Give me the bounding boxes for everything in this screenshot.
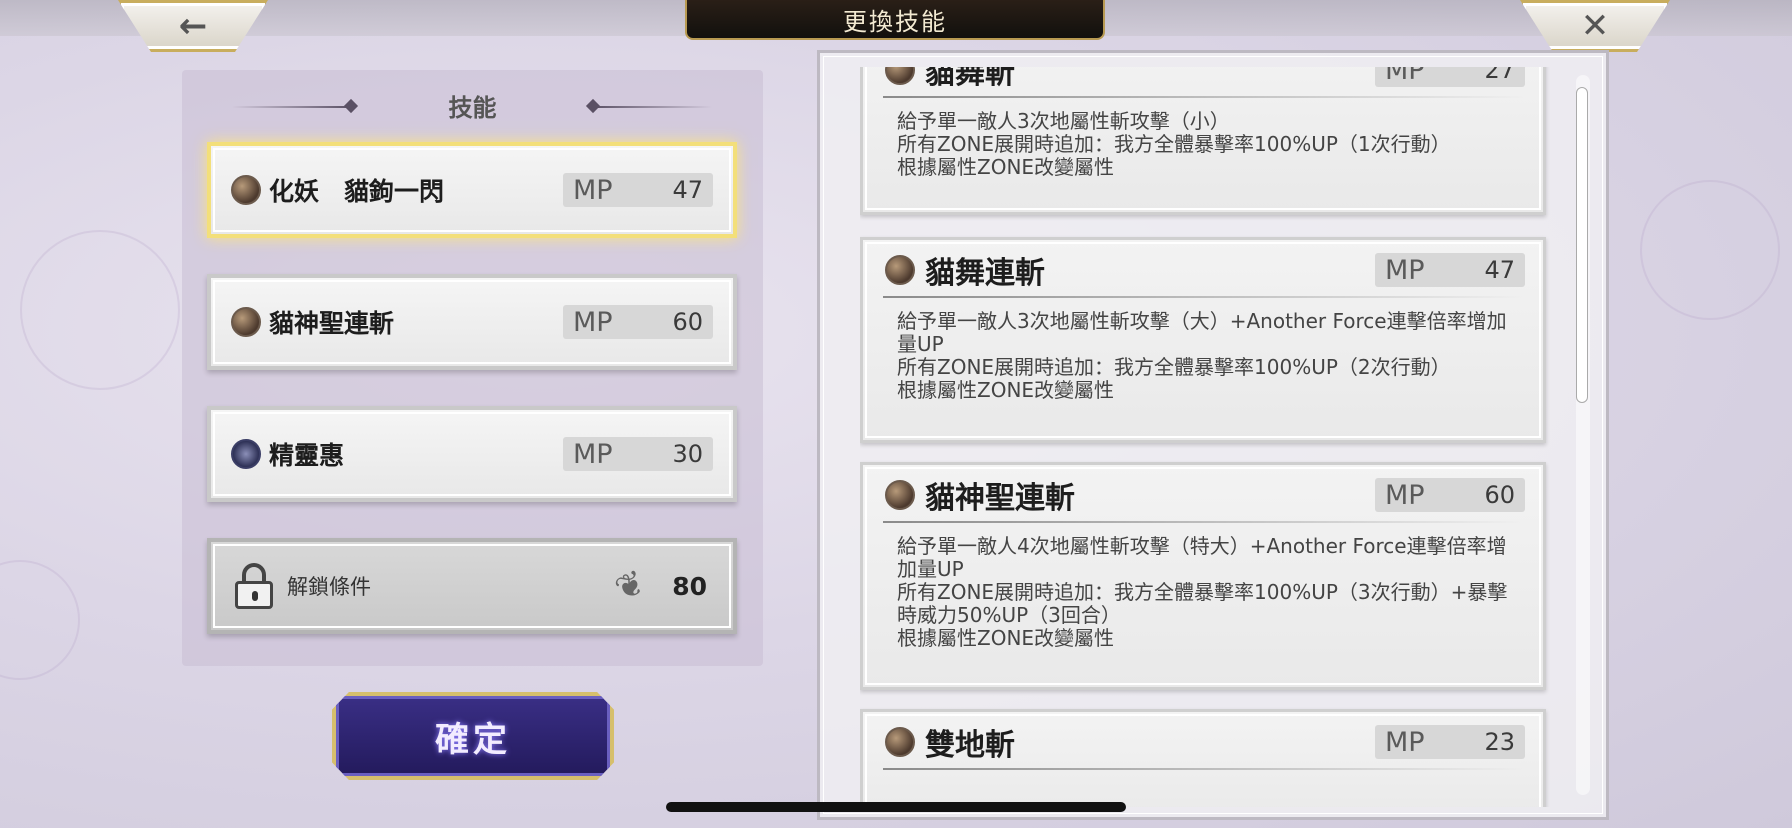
mp-value: 30: [672, 440, 703, 468]
skill-card-name: 貓神聖連斬: [925, 481, 1075, 516]
cat-skill-icon: [885, 255, 915, 285]
mp-value: 47: [1484, 256, 1515, 284]
skill-slot-1[interactable]: 化妖 貓鉤一閃 MP 47: [207, 142, 737, 238]
heading-ornament-right: [592, 106, 712, 108]
unlock-condition-value: 80: [672, 571, 707, 601]
spirit-skill-icon: [231, 439, 261, 469]
mp-label: MP: [1385, 254, 1425, 286]
skill-card-name: 雙地斬: [925, 728, 1015, 763]
skill-slot-name: 貓神聖連斬: [269, 309, 395, 338]
background-ornament: [20, 230, 180, 390]
mp-label: MP: [1385, 67, 1425, 86]
back-button[interactable]: ←: [118, 0, 268, 52]
mp-value: 23: [1484, 728, 1515, 756]
description-line: 根據屬性ZONE改變屬性: [897, 626, 1115, 650]
description-line: 給予單一敵人4次地屬性斬攻擊（特大）+Another Force連擊倍率增加量U…: [897, 534, 1507, 581]
unlock-condition-label: 解鎖條件: [287, 575, 371, 599]
description-line: 所有ZONE展開時追加：我方全體暴擊率100%UP（3次行動）+暴擊時威力50%…: [897, 580, 1508, 627]
mp-cost: MP 27: [1375, 67, 1525, 87]
mp-cost: MP 60: [563, 305, 713, 339]
skill-card-name: 貓舞連斬: [925, 256, 1045, 291]
home-indicator[interactable]: [666, 802, 1126, 812]
mp-value: 60: [1484, 481, 1515, 509]
scroll-thumb[interactable]: [1576, 87, 1588, 403]
description-line: 所有ZONE展開時追加：我方全體暴擊率100%UP（2次行動）: [897, 355, 1451, 379]
page-title: 更換技能: [685, 0, 1105, 40]
mp-cost: MP 30: [563, 437, 713, 471]
close-button[interactable]: ✕: [1520, 0, 1670, 52]
skill-slot-2[interactable]: 貓神聖連斬 MP 60: [207, 274, 737, 370]
locked-skill-slot[interactable]: 解鎖條件 ❦ 80: [207, 538, 737, 634]
cat-skill-icon: [885, 727, 915, 757]
mp-label: MP: [573, 174, 613, 206]
skill-slot-3[interactable]: 精靈惠 MP 30: [207, 406, 737, 502]
skill-slot-name: 精靈惠: [269, 441, 345, 470]
cat-skill-icon: [231, 175, 261, 205]
mp-cost: MP 47: [1375, 253, 1525, 287]
skill-list-scrollbar[interactable]: [1576, 75, 1590, 795]
skill-card[interactable]: 貓舞斬 MP 27 給予單一敵人3次地屬性斬攻擊（小） 所有ZONE展開時追加：…: [860, 67, 1546, 215]
close-icon: ✕: [1580, 6, 1610, 46]
equipped-skills-panel: 技能 化妖 貓鉤一閃 MP 47 貓神聖連斬 MP 60 精靈惠 MP 30 解…: [182, 70, 763, 666]
mp-cost: MP 23: [1375, 725, 1525, 759]
card-divider: [883, 768, 1525, 770]
cat-skill-icon: [231, 307, 261, 337]
skill-description: 給予單一敵人3次地屬性斬攻擊（大）+Another Force連擊倍率增加量UP…: [863, 298, 1543, 414]
skill-description: 給予單一敵人4次地屬性斬攻擊（特大）+Another Force連擊倍率增加量U…: [863, 523, 1543, 662]
mp-label: MP: [573, 306, 613, 338]
skill-card[interactable]: 貓神聖連斬 MP 60 給予單一敵人4次地屬性斬攻擊（特大）+Another F…: [860, 462, 1546, 690]
description-line: 給予單一敵人3次地屬性斬攻擊（小）: [897, 109, 1230, 133]
description-line: 給予單一敵人3次地屬性斬攻擊（大）+Another Force連擊倍率增加量UP: [897, 309, 1507, 356]
skill-card-name: 貓舞斬: [925, 67, 1015, 91]
description-line: 根據屬性ZONE改變屬性: [897, 155, 1115, 179]
skill-card[interactable]: 貓舞連斬 MP 47 給予單一敵人3次地屬性斬攻擊（大）+Another For…: [860, 237, 1546, 443]
skill-list-panel: 貓舞斬 MP 27 給予單一敵人3次地屬性斬攻擊（小） 所有ZONE展開時追加：…: [817, 50, 1609, 820]
lock-icon: [235, 563, 273, 609]
cat-skill-icon: [885, 67, 915, 85]
cat-skill-icon: [885, 480, 915, 510]
mp-cost: MP 47: [563, 173, 713, 207]
mp-label: MP: [573, 438, 613, 470]
skill-slot-name: 化妖 貓鉤一閃: [269, 177, 445, 206]
skill-list[interactable]: 貓舞斬 MP 27 給予單一敵人3次地屬性斬攻擊（小） 所有ZONE展開時追加：…: [860, 67, 1570, 807]
confirm-button[interactable]: 確定: [332, 692, 614, 780]
mp-label: MP: [1385, 726, 1425, 758]
mp-value: 47: [672, 176, 703, 204]
skill-description: 給予單一敵人3次地屬性斬攻擊（小） 所有ZONE展開時追加：我方全體暴擊率100…: [863, 98, 1543, 191]
description-line: 根據屬性ZONE改變屬性: [897, 378, 1115, 402]
mp-value: 27: [1484, 67, 1515, 84]
background-ornament: [1640, 180, 1780, 320]
mp-label: MP: [1385, 479, 1425, 511]
mp-value: 60: [672, 308, 703, 336]
mp-cost: MP 60: [1375, 478, 1525, 512]
feather-icon: ❦: [608, 561, 652, 611]
description-line: 所有ZONE展開時追加：我方全體暴擊率100%UP（1次行動）: [897, 132, 1451, 156]
skill-card[interactable]: 雙地斬 MP 23: [860, 709, 1546, 807]
background-ornament: [0, 560, 80, 680]
back-arrow-icon: ←: [178, 6, 208, 46]
